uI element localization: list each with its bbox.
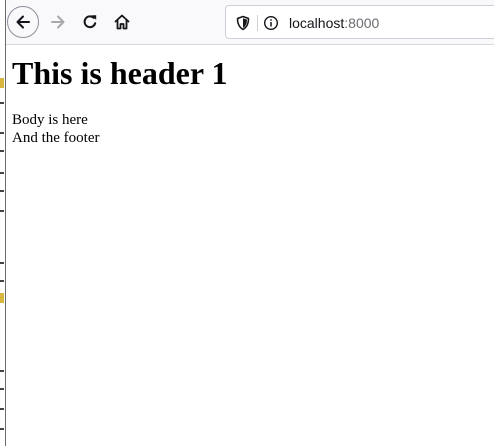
home-button[interactable] xyxy=(106,6,138,38)
back-button[interactable] xyxy=(7,6,39,38)
url-port: :8000 xyxy=(344,15,380,31)
back-arrow-icon xyxy=(16,15,30,29)
url-bar[interactable]: localhost:8000 xyxy=(225,5,494,39)
body-text: Body is here xyxy=(12,112,88,128)
url-text[interactable]: localhost:8000 xyxy=(289,14,379,32)
screen: localhost:8000 This is header 1 Body is … xyxy=(0,0,494,446)
shield-icon[interactable] xyxy=(234,14,252,32)
browser-toolbar: localhost:8000 xyxy=(6,0,494,45)
reload-icon xyxy=(83,15,97,29)
url-separator xyxy=(257,15,258,31)
page-heading: This is header 1 xyxy=(12,55,228,91)
home-icon xyxy=(114,14,130,30)
footer-text: And the footer xyxy=(12,130,100,146)
forward-arrow-icon xyxy=(51,15,65,29)
forward-button[interactable] xyxy=(42,6,74,38)
reload-button[interactable] xyxy=(74,6,106,38)
page-content: This is header 1 Body is here And the fo… xyxy=(6,45,494,446)
info-icon[interactable] xyxy=(262,14,280,32)
url-host: localhost xyxy=(289,15,345,31)
